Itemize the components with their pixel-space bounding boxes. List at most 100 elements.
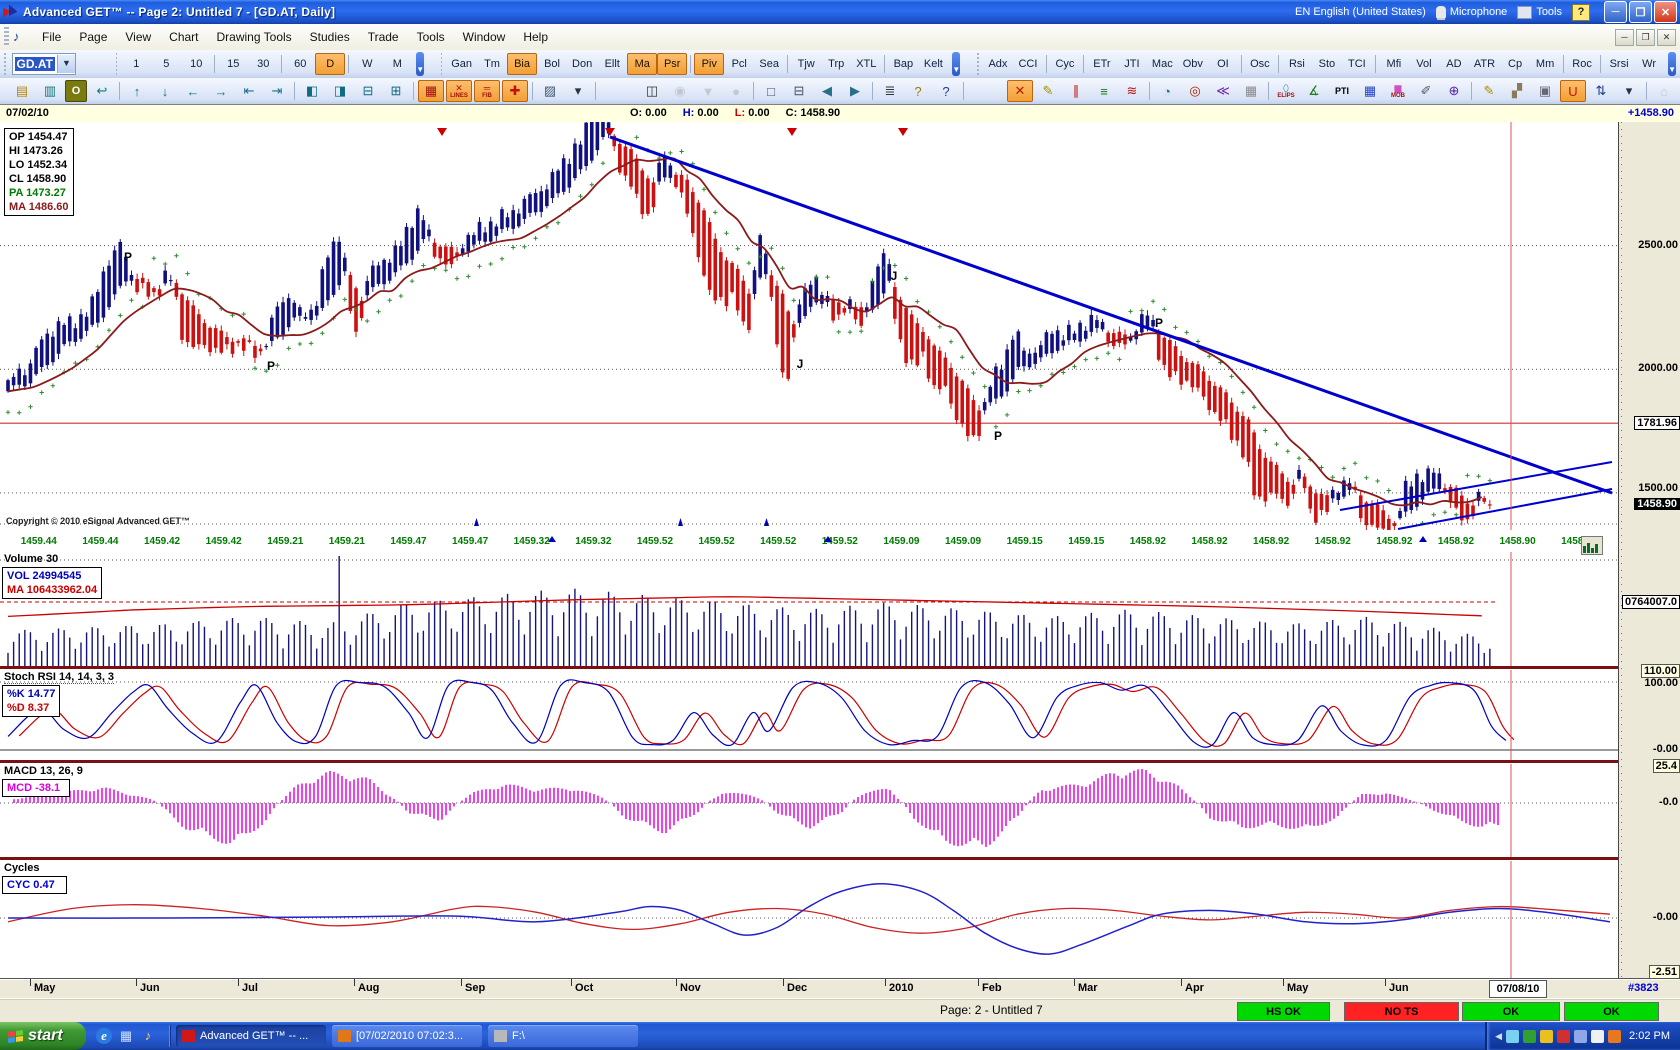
cycles-panel[interactable]: CyclesCYC 0.47 — [0, 861, 1618, 978]
tray-chevron-icon[interactable]: ◀ — [1495, 1031, 1502, 1042]
scroll-up-button[interactable]: ↑ — [124, 80, 150, 102]
timeframe-button-m[interactable]: M — [382, 53, 412, 75]
fibonacci-button[interactable]: ═FIB — [474, 80, 500, 102]
language-tools-control[interactable]: Tools — [1517, 6, 1562, 19]
timeframe-button-60[interactable]: 60 — [285, 53, 315, 75]
time-axis-row[interactable]: MayJunJulAugSepOctNovDec2010FebMarAprMay… — [0, 978, 1680, 999]
mdi-close-button[interactable]: ✕ — [1657, 29, 1676, 46]
pti-button[interactable]: PTI — [1329, 80, 1355, 102]
study-button-mfi[interactable]: Mfi — [1379, 53, 1409, 75]
language-help-icon[interactable]: ? — [1572, 4, 1590, 21]
properties-button[interactable]: ▨ — [537, 80, 563, 102]
timeframe-button-15[interactable]: 15 — [218, 53, 248, 75]
study-button-osc[interactable]: Osc — [1245, 53, 1275, 75]
study-button-ad[interactable]: AD — [1439, 53, 1469, 75]
start-button[interactable]: start — [0, 1022, 86, 1050]
timeframe-button-w[interactable]: W — [352, 53, 382, 75]
toolbar-grip[interactable] — [116, 53, 118, 75]
study-button-rsi[interactable]: Rsi — [1282, 53, 1312, 75]
mdi-minimize-button[interactable]: ─ — [1615, 29, 1634, 46]
study-button-srsi[interactable]: Srsi — [1604, 53, 1634, 75]
menu-item-file[interactable]: File — [33, 27, 70, 47]
study-button-cp[interactable]: Cp — [1500, 53, 1530, 75]
ie-quicklaunch-icon[interactable]: e — [96, 1028, 112, 1044]
volume-panel[interactable]: Volume 30VOL 24994545MA 106433962.04 — [0, 552, 1618, 666]
chart-wizard-button[interactable]: ▥ — [37, 80, 63, 102]
study-button-bia[interactable]: Bia — [507, 53, 537, 75]
bubble-button[interactable]: ● — [723, 80, 749, 102]
tray-icon-1[interactable] — [1523, 1030, 1536, 1043]
help-button[interactable]: ? — [905, 80, 931, 102]
study-button-psr[interactable]: Psr — [657, 53, 687, 75]
print-button[interactable]: ≣ — [877, 80, 903, 102]
timeframe-button-5[interactable]: 5 — [151, 53, 181, 75]
next-page-button[interactable]: ▶ — [842, 80, 868, 102]
studies2-more-dropdown[interactable]: ▼ — [1668, 52, 1676, 76]
fan-lines-button[interactable]: ≪ — [1210, 80, 1236, 102]
study-button-roc[interactable]: Roc — [1567, 53, 1597, 75]
menu-item-help[interactable]: Help — [514, 27, 557, 47]
grid-style-button[interactable]: ▦ — [1238, 80, 1264, 102]
expert-tools-button[interactable]: ✕ — [1007, 80, 1033, 102]
compress-vertical-button[interactable]: ⊟ — [355, 80, 381, 102]
study-button-tm[interactable]: Tm — [477, 53, 507, 75]
split-view-button[interactable]: ⇅ — [1588, 80, 1614, 102]
grid-blue-button[interactable]: ▦ — [1357, 80, 1383, 102]
levels-tool-button[interactable]: ≡ — [1091, 80, 1117, 102]
study-button-gan[interactable]: Gan — [446, 53, 477, 75]
study-button-trp[interactable]: Trp — [821, 53, 851, 75]
delete-page-button[interactable]: ⊟ — [786, 80, 812, 102]
trendline-tool-button[interactable]: ∥ — [1063, 80, 1089, 102]
scroll-left-button[interactable]: ← — [180, 80, 206, 102]
study-button-pcl[interactable]: Pcl — [724, 53, 754, 75]
timeframe-more-dropdown[interactable]: ▼ — [416, 52, 424, 76]
tray-icon-4[interactable] — [1574, 1030, 1587, 1043]
previous-page-button[interactable]: ◀ — [814, 80, 840, 102]
minimize-button[interactable]: ─ — [1604, 1, 1627, 23]
highlighter-button[interactable]: ✎ — [1035, 80, 1061, 102]
study-button-ellt[interactable]: Ellt — [597, 53, 627, 75]
bullseye-button[interactable]: ◎ — [1182, 80, 1208, 102]
restore-button[interactable]: ❐ — [1629, 1, 1652, 23]
blocks-tool-button[interactable]: ▞ — [1504, 80, 1530, 102]
language-bar[interactable]: EN English (United States) — [1295, 6, 1426, 18]
page-left-button[interactable]: ⇤ — [236, 80, 262, 102]
study-button-bap[interactable]: Bap — [888, 53, 918, 75]
price-chart-panel[interactable]: OP 1454.47HI 1473.26LO 1452.34CL 1458.90… — [0, 122, 1618, 530]
ellipse-tool-button[interactable]: ⬯ELIPS — [1273, 80, 1299, 102]
study-button-mac[interactable]: Mac — [1147, 53, 1178, 75]
menu-item-chart[interactable]: Chart — [160, 27, 207, 47]
taskbar-task-0[interactable]: Advanced GET™ -- ... — [176, 1025, 326, 1047]
lines-toggle-button[interactable]: ✕LINES — [446, 80, 472, 102]
study-button-etr[interactable]: ETr — [1087, 53, 1117, 75]
menu-item-trade[interactable]: Trade — [359, 27, 408, 47]
tray-icon-2[interactable] — [1540, 1030, 1553, 1043]
study-button-xtl[interactable]: XTL — [851, 53, 881, 75]
expand-vertical-button[interactable]: ⊞ — [383, 80, 409, 102]
timeframe-button-30[interactable]: 30 — [248, 53, 278, 75]
study-button-kelt[interactable]: Kelt — [918, 53, 948, 75]
study-button-adx[interactable]: Adx — [983, 53, 1013, 75]
timeframe-button-d[interactable]: D — [315, 53, 345, 75]
tray-icon-5[interactable] — [1591, 1030, 1604, 1043]
close-button[interactable]: ✕ — [1654, 1, 1677, 23]
template-button[interactable]: ▼ — [695, 80, 721, 102]
open-chart-button[interactable]: ▤ — [9, 80, 35, 102]
tray-icon-3[interactable] — [1557, 1030, 1570, 1043]
study-button-tjw[interactable]: Tjw — [791, 53, 821, 75]
crosshair-button[interactable]: ✚ — [502, 80, 528, 102]
tray-icon-6[interactable] — [1608, 1030, 1621, 1043]
study-button-sto[interactable]: Sto — [1312, 53, 1342, 75]
study-button-don[interactable]: Don — [567, 53, 597, 75]
study-button-obv[interactable]: Obv — [1178, 53, 1208, 75]
taskbar-task-2[interactable]: F:\ — [488, 1025, 638, 1047]
study-button-mm[interactable]: Mm — [1530, 53, 1560, 75]
snapshot-button[interactable]: ◉ — [667, 80, 693, 102]
timeframe-button-10[interactable]: 10 — [181, 53, 211, 75]
copy-pages-button[interactable]: ▣ — [1532, 80, 1558, 102]
zoom-in-button[interactable]: ⊕ — [1441, 80, 1467, 102]
desktop-quicklaunch-icon[interactable]: ▦ — [118, 1028, 134, 1044]
media-quicklaunch-icon[interactable]: ♪ — [140, 1028, 156, 1044]
page-right-button[interactable]: ⇥ — [264, 80, 290, 102]
new-page-button[interactable]: □ — [758, 80, 784, 102]
